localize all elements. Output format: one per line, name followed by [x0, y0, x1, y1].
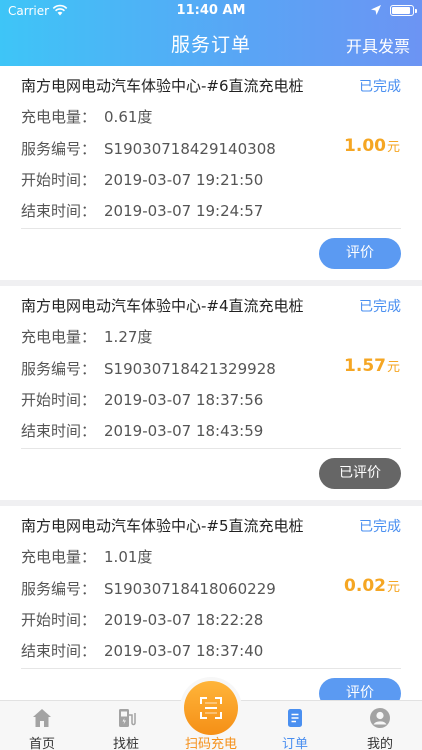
order-list-icon	[288, 709, 302, 727]
tab-find-pile-label: 找桩	[112, 737, 139, 750]
start-time-label: 开始时间：	[21, 171, 97, 189]
energy-value: 0.61度	[104, 108, 153, 126]
energy-row: 充电电量： 1.01度	[21, 546, 152, 567]
end-time-value: 2019-03-07 19:24:57	[104, 202, 264, 220]
rated-button[interactable]: 已评价	[319, 458, 401, 489]
order-status: 已完成	[359, 299, 401, 315]
order-amount: 0.02元	[344, 576, 400, 596]
service-no-value: S19030718421329928	[104, 360, 276, 378]
currency-unit: 元	[386, 140, 400, 155]
rate-button[interactable]: 评价	[319, 238, 401, 269]
location-arrow-icon	[371, 5, 381, 15]
order-card[interactable]: 南方电网电动汽车体验中心-#6直流充电桩 已完成 充电电量： 0.61度 服务编号…	[0, 66, 422, 280]
status-bar: Carrier 11:40 AM	[0, 0, 422, 22]
service-no-label: 服务编号：	[21, 360, 97, 378]
tab-bar: 首页 找桩 扫码充电 订单 我的	[0, 677, 422, 750]
tab-orders-label: 订单	[281, 737, 308, 750]
start-time-value: 2019-03-07 18:37:56	[104, 391, 264, 409]
start-time-value: 2019-03-07 18:22:28	[104, 611, 264, 629]
energy-value: 1.27度	[104, 328, 153, 346]
service-no-row: 服务编号： S19030718418060229	[21, 578, 276, 599]
service-no-label: 服务编号：	[21, 140, 97, 158]
order-card[interactable]: 南方电网电动汽车体验中心-#4直流充电桩 已完成 充电电量： 1.27度 服务编号…	[0, 286, 422, 500]
tab-scan-label[interactable]: 扫码充电	[168, 733, 254, 750]
station-name: 南方电网电动汽车体验中心-#6直流充电桩	[21, 77, 304, 95]
service-no-value: S19030718418060229	[104, 580, 276, 598]
station-name: 南方电网电动汽车体验中心-#5直流充电桩	[21, 517, 304, 535]
user-profile-icon	[370, 708, 390, 728]
service-no-value: S19030718429140308	[104, 140, 276, 158]
end-time-label: 结束时间：	[21, 422, 97, 440]
start-time-value: 2019-03-07 19:21:50	[104, 171, 264, 189]
end-time-value: 2019-03-07 18:37:40	[104, 642, 264, 660]
amount-value: 1.00	[344, 136, 386, 156]
start-time-row: 开始时间： 2019-03-07 18:22:28	[21, 609, 263, 630]
scan-charge-button[interactable]	[184, 681, 238, 735]
charging-pile-icon	[119, 709, 136, 727]
service-no-row: 服务编号： S19030718429140308	[21, 138, 276, 159]
order-amount: 1.57元	[344, 356, 400, 376]
start-time-label: 开始时间：	[21, 391, 97, 409]
end-time-row: 结束时间： 2019-03-07 19:24:57	[21, 200, 263, 221]
start-time-row: 开始时间： 2019-03-07 19:21:50	[21, 169, 263, 190]
energy-value: 1.01度	[104, 548, 153, 566]
app-header: Carrier 11:40 AM 服务订单 开具发票	[0, 0, 422, 66]
order-status: 已完成	[359, 519, 401, 535]
order-amount: 1.00元	[344, 136, 400, 156]
energy-row: 充电电量： 1.27度	[21, 326, 152, 347]
tab-mine[interactable]: 我的	[338, 701, 422, 750]
tab-mine-label: 我的	[366, 737, 393, 750]
currency-unit: 元	[386, 580, 400, 595]
tab-home-label: 首页	[28, 737, 55, 750]
tab-orders[interactable]: 订单	[253, 701, 337, 750]
qr-scan-icon	[200, 697, 222, 719]
tab-find-pile[interactable]: 找桩	[84, 701, 168, 750]
energy-row: 充电电量： 0.61度	[21, 106, 152, 127]
end-time-row: 结束时间： 2019-03-07 18:43:59	[21, 420, 263, 441]
clock: 11:40 AM	[176, 3, 246, 18]
tab-home[interactable]: 首页	[0, 701, 84, 750]
scan-button-frame	[180, 677, 242, 739]
energy-label: 充电电量：	[21, 328, 97, 346]
battery-icon	[390, 5, 417, 16]
divider	[21, 228, 401, 229]
start-time-label: 开始时间：	[21, 611, 97, 629]
amount-value: 1.57	[344, 356, 386, 376]
energy-label: 充电电量：	[21, 108, 97, 126]
divider	[21, 448, 401, 449]
end-time-value: 2019-03-07 18:43:59	[104, 422, 264, 440]
station-name: 南方电网电动汽车体验中心-#4直流充电桩	[21, 297, 304, 315]
end-time-label: 结束时间：	[21, 642, 97, 660]
energy-label: 充电电量：	[21, 548, 97, 566]
end-time-row: 结束时间： 2019-03-07 18:37:40	[21, 640, 263, 661]
divider	[21, 668, 401, 669]
service-no-label: 服务编号：	[21, 580, 97, 598]
currency-unit: 元	[386, 360, 400, 375]
home-icon	[33, 709, 51, 727]
service-no-row: 服务编号： S19030718421329928	[21, 358, 276, 379]
end-time-label: 结束时间：	[21, 202, 97, 220]
issue-invoice-button[interactable]: 开具发票	[346, 33, 410, 57]
order-status: 已完成	[359, 79, 401, 95]
start-time-row: 开始时间： 2019-03-07 18:37:56	[21, 389, 263, 410]
amount-value: 0.02	[344, 576, 386, 596]
